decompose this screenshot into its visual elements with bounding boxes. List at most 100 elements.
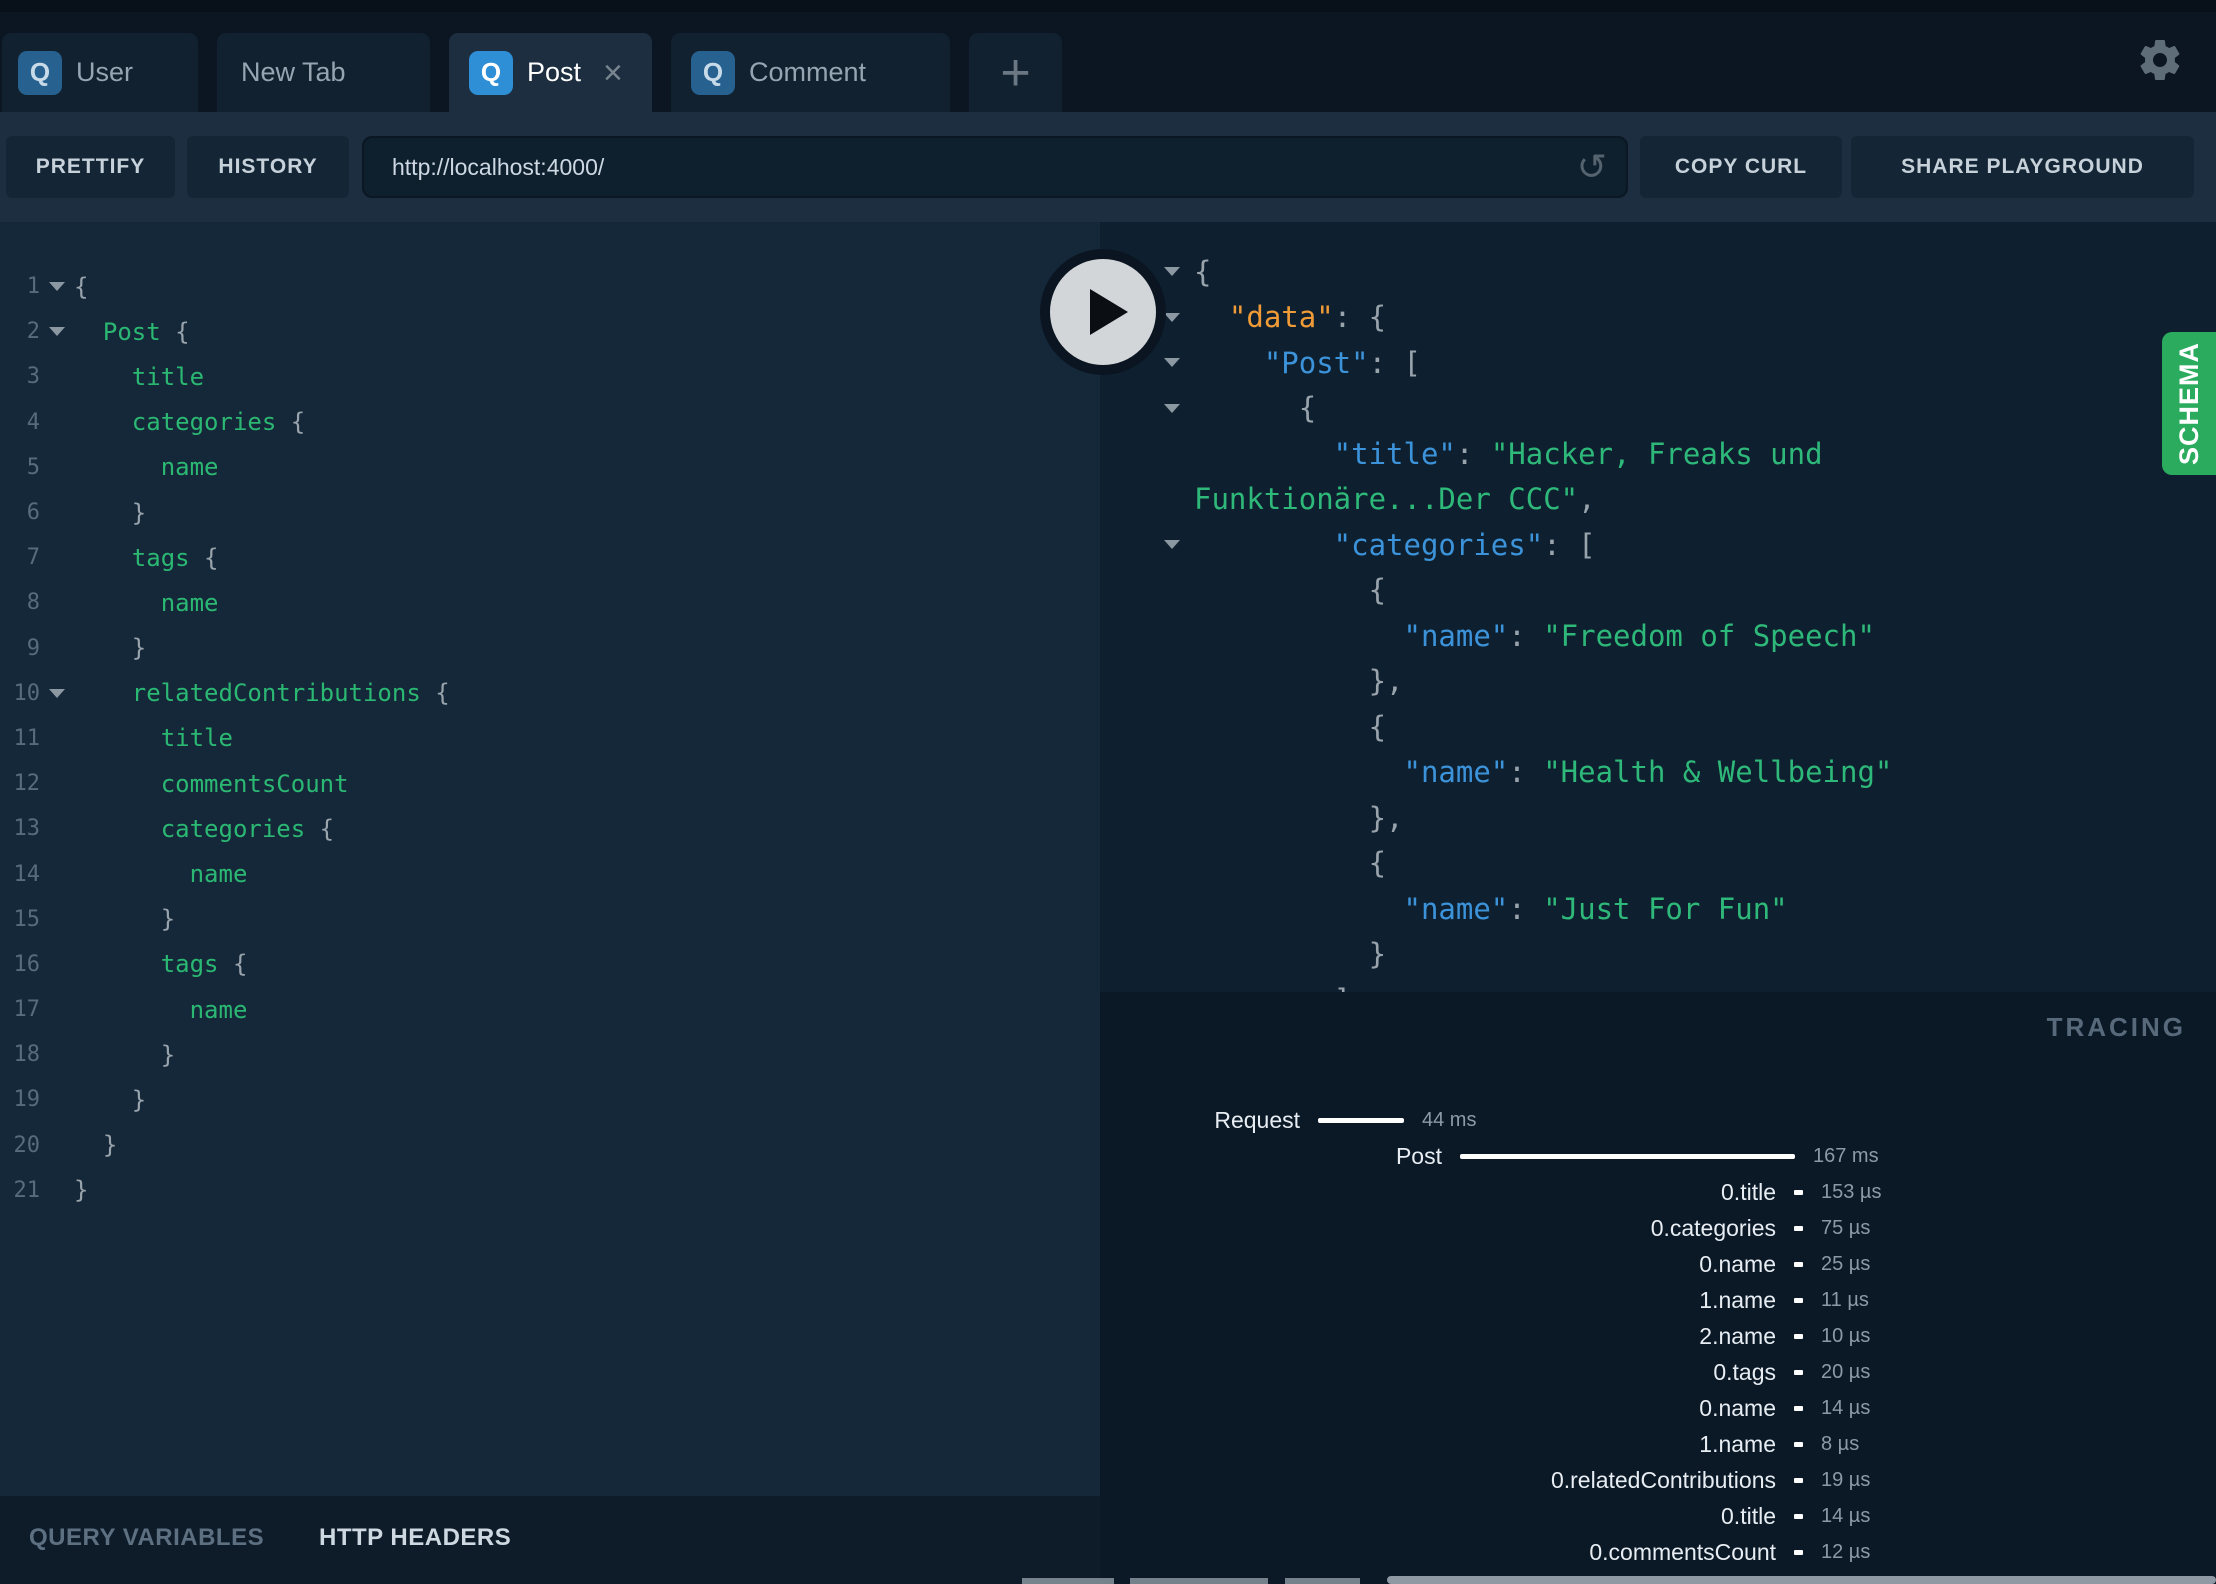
tracing-duration-dash (1794, 1477, 1803, 1483)
tracing-row-label: 0.tags (1713, 1358, 1776, 1385)
execute-button-circle (1050, 259, 1156, 365)
prettify-button[interactable]: PRETTIFY (6, 136, 175, 198)
fold-caret-icon[interactable] (1164, 358, 1180, 368)
response-line: { (1100, 386, 2216, 432)
line-number: 16 (13, 951, 41, 977)
clipped-text-fragment (1285, 1578, 1360, 1584)
tracing-rows: Request 44 ms Post 167 ms 0.title 153 µs 0.cat… (1100, 1102, 2216, 1570)
tracing-row-value: 12 µs (1821, 1540, 1871, 1563)
query-line: 4 categories { (0, 400, 1100, 445)
line-number: 11 (13, 725, 41, 751)
tracing-row-label: 0.commentsCount (1589, 1538, 1776, 1565)
query-line: 18 } (0, 1032, 1100, 1077)
clipped-text-fragment (1130, 1578, 1268, 1584)
share-playground-button[interactable]: SHARE PLAYGROUND (1851, 136, 2194, 198)
fold-caret-icon[interactable] (1164, 267, 1180, 277)
tracing-row: 1.name 11 µs (1100, 1282, 2216, 1318)
response-lines: { "data": { "Post": [ { "title": "Hacker… (1100, 222, 2216, 992)
fold-caret-icon[interactable] (1164, 540, 1180, 550)
execute-query-button[interactable] (1040, 249, 1166, 375)
tracing-row-label: 0.categories (1650, 1214, 1776, 1241)
http-headers-tab[interactable]: HTTP HEADERS (319, 1524, 511, 1552)
tracing-duration-dash (1794, 1369, 1803, 1375)
query-line: 3 title (0, 354, 1100, 399)
add-tab-button[interactable]: + (969, 33, 1062, 112)
fold-caret-icon[interactable] (49, 688, 65, 698)
tracing-row-label: Post (1395, 1142, 1442, 1169)
tracing-row: 0.name 25 µs (1100, 1246, 2216, 1282)
tab-comment[interactable]: Q Comment (671, 33, 950, 112)
response-viewer[interactable]: { "data": { "Post": [ { "title": "Hacker… (1100, 222, 2216, 992)
query-variables-tab[interactable]: QUERY VARIABLES (29, 1524, 264, 1552)
query-line: 21} (0, 1168, 1100, 1213)
line-number: 13 (13, 816, 41, 842)
tracing-duration-dash (1794, 1549, 1803, 1555)
query-badge-icon: Q (691, 50, 735, 95)
line-number: 10 (13, 680, 41, 706)
tab-label: New Tab (241, 57, 346, 87)
query-line: 14 name (0, 851, 1100, 896)
response-line: Funktionäre...Der CCC", (1194, 482, 1596, 517)
tracing-row: 0.relatedContributions 19 µs (1100, 1462, 2216, 1498)
endpoint-url-input[interactable] (362, 136, 1628, 198)
toolbar: PRETTIFY HISTORY ↺ COPY CURL SHARE PLAYG… (0, 112, 2216, 222)
tracing-row-value: 167 ms (1813, 1144, 1879, 1167)
query-line: 11 title (0, 716, 1100, 761)
tracing-row-value: 14 µs (1821, 1504, 1871, 1527)
response-line: { (1100, 249, 2216, 295)
response-line: { (1194, 846, 1387, 881)
schema-side-tab[interactable]: SCHEMA (2162, 332, 2216, 475)
tracing-row-label: Request (1214, 1106, 1300, 1133)
response-line: ] (1100, 977, 2216, 992)
fold-caret-icon[interactable] (1164, 403, 1180, 413)
response-line: "name": "Health & Wellbeing" (1194, 755, 1893, 790)
tracing-duration-dash (1794, 1333, 1803, 1339)
query-editor-lines: 1{2 Post {3 title 4 categories {5 name 6 }… (0, 222, 1100, 1213)
tracing-row-label: 0.name (1699, 1250, 1776, 1277)
line-number: 15 (13, 906, 41, 932)
query-line: 10 relatedContributions { (0, 671, 1100, 716)
play-icon (1090, 289, 1128, 335)
fold-caret-icon[interactable] (49, 327, 65, 337)
line-number: 12 (13, 771, 41, 797)
query-badge-icon: Q (18, 50, 62, 95)
query-editor[interactable]: 1{2 Post {3 title 4 categories {5 name 6 }… (0, 222, 1100, 1496)
reload-endpoint-icon[interactable]: ↺ (1572, 150, 1612, 186)
close-tab-icon[interactable]: × (603, 56, 623, 90)
tab-label: Post (527, 57, 582, 87)
tab-new-tab[interactable]: New Tab (217, 33, 430, 112)
settings-gear-icon[interactable] (2136, 36, 2184, 84)
tracing-panel[interactable]: TRACING Request 44 ms Post 167 ms 0.title 153… (1100, 992, 2216, 1584)
tracing-row: Post 167 ms (1100, 1138, 2216, 1174)
history-button[interactable]: HISTORY (187, 136, 349, 198)
horizontal-scrollbar[interactable] (1387, 1576, 2216, 1584)
line-number: 6 (26, 500, 40, 526)
query-line: 19 } (0, 1077, 1100, 1122)
response-line: } (1194, 937, 1387, 972)
query-line: 7 tags { (0, 535, 1100, 580)
tracing-duration-dash (1794, 1513, 1803, 1519)
tracing-row-label: 1.name (1699, 1286, 1776, 1313)
tab-user[interactable]: Q User (2, 33, 198, 112)
query-line: 1{ (0, 264, 1100, 309)
copy-curl-button[interactable]: COPY CURL (1640, 136, 1842, 198)
tracing-duration-bar (1318, 1117, 1404, 1123)
tracing-row: 0.tags 20 µs (1100, 1354, 2216, 1390)
tracing-duration-dash (1794, 1297, 1803, 1303)
fold-caret-icon[interactable] (1164, 312, 1180, 322)
tabs-row: Q User New Tab Q Post × Q Comment + (2, 33, 1062, 112)
query-line: 13 categories { (0, 806, 1100, 851)
tracing-row: 0.name 14 µs (1100, 1390, 2216, 1426)
query-line: 5 name (0, 445, 1100, 490)
tracing-row-value: 153 µs (1821, 1180, 1882, 1203)
line-number: 3 (26, 364, 40, 390)
line-number: 1 (26, 274, 40, 300)
tracing-row-value: 14 µs (1821, 1396, 1871, 1419)
line-number: 7 (26, 545, 40, 571)
tab-post[interactable]: Q Post × (449, 33, 652, 112)
response-line: }, (1194, 664, 1404, 699)
line-number: 8 (26, 590, 40, 616)
fold-caret-icon[interactable] (49, 282, 65, 292)
line-number: 19 (13, 1087, 41, 1113)
response-line: "data": { (1100, 295, 2216, 341)
